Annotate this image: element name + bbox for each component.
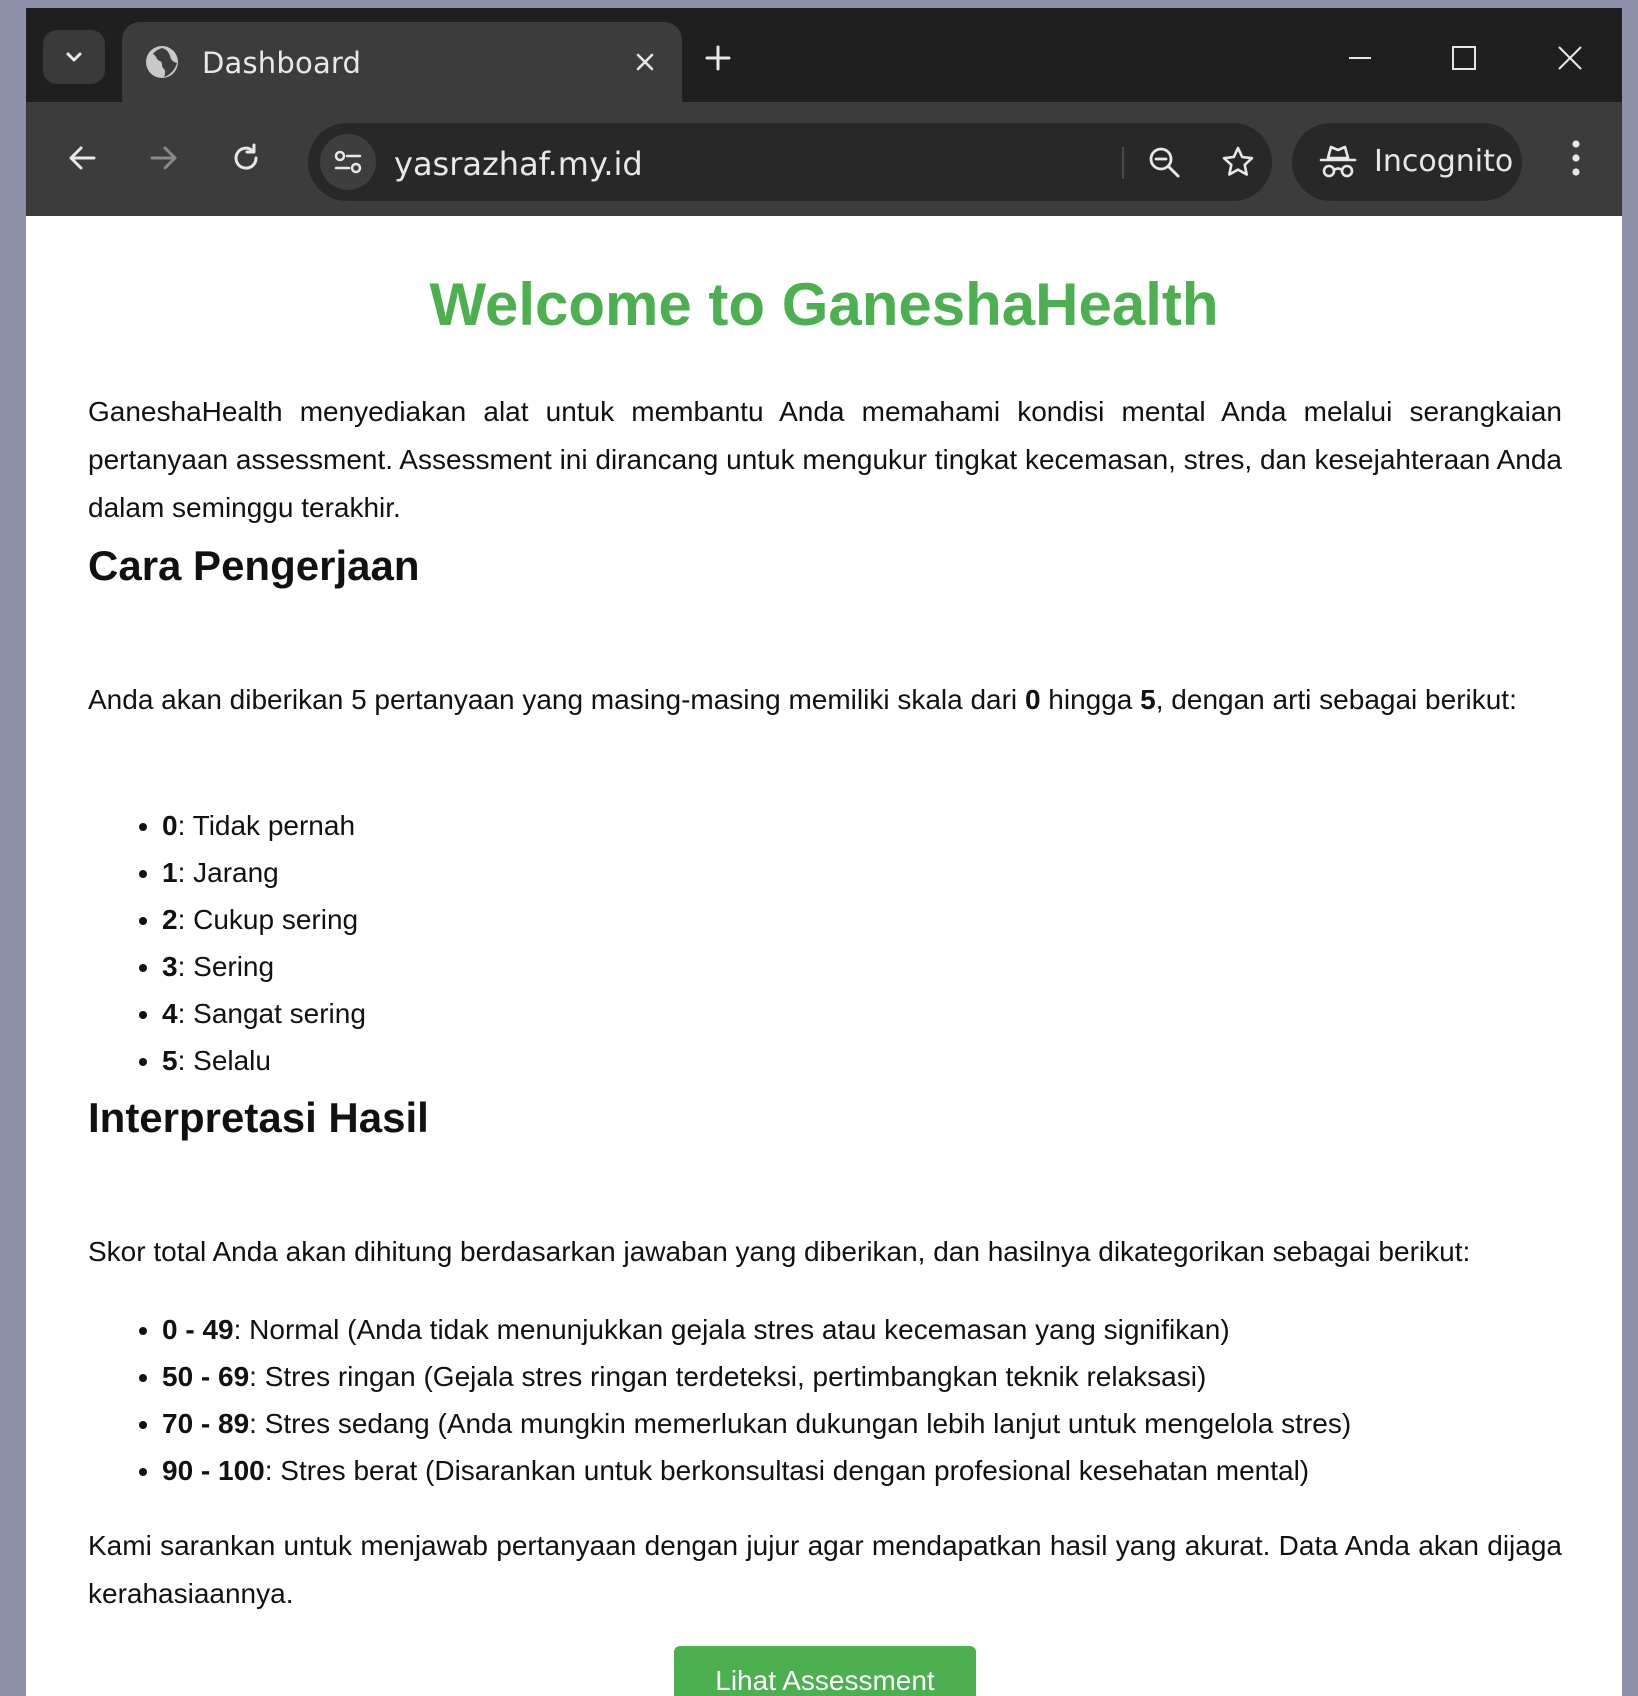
scale-value: 3 [162, 951, 178, 982]
close-icon [1558, 46, 1582, 70]
intro-paragraph: GaneshaHealth menyediakan alat untuk mem… [88, 396, 1562, 523]
scale-label: : Sering [177, 951, 275, 982]
scale-value: 4 [162, 998, 178, 1029]
closing-paragraph: Kami sarankan untuk menjawab pertanyaan … [88, 1530, 1562, 1609]
incognito-label: Incognito [1374, 144, 1514, 179]
list-item: 0 - 49: Normal (Anda tidak menunjukkan g… [162, 1306, 1622, 1353]
score-label: : Stres ringan (Gejala stres ringan terd… [249, 1361, 1207, 1392]
scale-min: 0 [1024, 684, 1041, 715]
section-heading-cara-pengerjaan: Cara Pengerjaan [88, 542, 420, 589]
more-vertical-icon [1572, 140, 1580, 176]
instructions-text: hingga [1040, 684, 1141, 715]
zoom-out-icon [1149, 147, 1180, 178]
plus-icon [705, 45, 731, 71]
score-range: 70 - 89 [162, 1408, 250, 1439]
scale-label: : Tidak pernah [177, 810, 356, 841]
scale-label: : Sangat sering [177, 998, 366, 1029]
site-info-button[interactable] [320, 134, 376, 190]
minimize-button[interactable] [1338, 36, 1382, 80]
tab-strip: Dashboard [26, 8, 1622, 102]
arrow-left-icon [69, 146, 96, 170]
section-heading-interpretasi-hasil: Interpretasi Hasil [88, 1094, 429, 1141]
interpretation-paragraph: Skor total Anda akan dihitung berdasarka… [88, 1236, 1471, 1267]
close-icon [636, 53, 654, 71]
list-item: 5: Selalu [162, 1037, 1622, 1084]
new-tab-button[interactable] [698, 38, 738, 78]
score-list: 0 - 49: Normal (Anda tidak menunjukkan g… [88, 1306, 1622, 1494]
scale-label: : Selalu [177, 1045, 271, 1076]
scale-label: : Cukup sering [177, 904, 359, 935]
minimize-icon [1349, 57, 1371, 59]
browser-window: Dashboard yasrazhaf.my.id Incognito Welc… [26, 8, 1622, 1696]
score-range: 90 - 100 [162, 1455, 265, 1486]
list-item: 1: Jarang [162, 849, 1622, 896]
list-item: 3: Sering [162, 943, 1622, 990]
scale-list: 0: Tidak pernah 1: Jarang 2: Cukup serin… [88, 802, 1622, 1084]
score-range: 50 - 69 [162, 1361, 250, 1392]
star-icon [1222, 146, 1254, 176]
scale-value: 5 [162, 1045, 178, 1076]
back-button[interactable] [58, 134, 106, 182]
score-label: : Normal (Anda tidak menunjukkan gejala … [233, 1314, 1230, 1345]
reload-button[interactable] [222, 134, 270, 182]
tab-dashboard[interactable]: Dashboard [122, 22, 682, 102]
scale-value: 2 [162, 904, 178, 935]
page-title: Welcome to GaneshaHealth [429, 271, 1219, 338]
score-label: : Stres sedang (Anda mungkin memerlukan … [249, 1408, 1352, 1439]
url-text[interactable]: yasrazhaf.my.id [394, 145, 643, 183]
reload-icon [234, 143, 258, 170]
tab-title: Dashboard [202, 46, 362, 80]
tab-search-button[interactable] [43, 30, 105, 84]
instructions-text: , dengan arti sebagai berikut: [1155, 684, 1517, 715]
incognito-icon [1319, 145, 1357, 178]
scale-max: 5 [1140, 684, 1156, 715]
forward-button[interactable] [140, 134, 188, 182]
globe-icon [146, 46, 178, 78]
list-item: 2: Cukup sering [162, 896, 1622, 943]
chevron-down-icon [66, 52, 82, 62]
tune-icon [334, 150, 362, 174]
list-item: 4: Sangat sering [162, 990, 1622, 1037]
browser-toolbar: yasrazhaf.my.id Incognito [26, 102, 1622, 216]
page-content: Welcome to GaneshaHealth GaneshaHealth m… [26, 216, 1622, 1696]
window-close-button[interactable] [1548, 36, 1592, 80]
tab-close-button[interactable] [627, 44, 663, 80]
maximize-button[interactable] [1442, 36, 1486, 80]
instructions-text: Anda akan diberikan 5 pertanyaan yang ma… [88, 684, 1025, 715]
browser-menu-button[interactable] [1556, 134, 1596, 182]
list-item: 50 - 69: Stres ringan (Gejala stres ring… [162, 1353, 1622, 1400]
omnibox-divider [1122, 147, 1124, 179]
list-item: 0: Tidak pernah [162, 802, 1622, 849]
scale-value: 1 [162, 857, 178, 888]
score-label: : Stres berat (Disarankan untuk berkonsu… [264, 1455, 1310, 1486]
view-assessment-button[interactable]: Lihat Assessment [674, 1646, 976, 1696]
maximize-icon [1452, 46, 1476, 70]
address-bar[interactable]: yasrazhaf.my.id [308, 123, 1272, 201]
incognito-indicator[interactable]: Incognito [1292, 123, 1522, 201]
list-item: 70 - 89: Stres sedang (Anda mungkin meme… [162, 1400, 1622, 1447]
bookmark-button[interactable] [1216, 140, 1260, 184]
instructions-paragraph: Anda akan diberikan 5 pertanyaan yang ma… [88, 676, 1562, 724]
arrow-right-icon [150, 146, 177, 170]
score-range: 0 - 49 [162, 1314, 234, 1345]
scale-label: : Jarang [177, 857, 279, 888]
scale-value: 0 [162, 810, 178, 841]
list-item: 90 - 100: Stres berat (Disarankan untuk … [162, 1447, 1622, 1494]
zoom-button[interactable] [1142, 140, 1186, 184]
